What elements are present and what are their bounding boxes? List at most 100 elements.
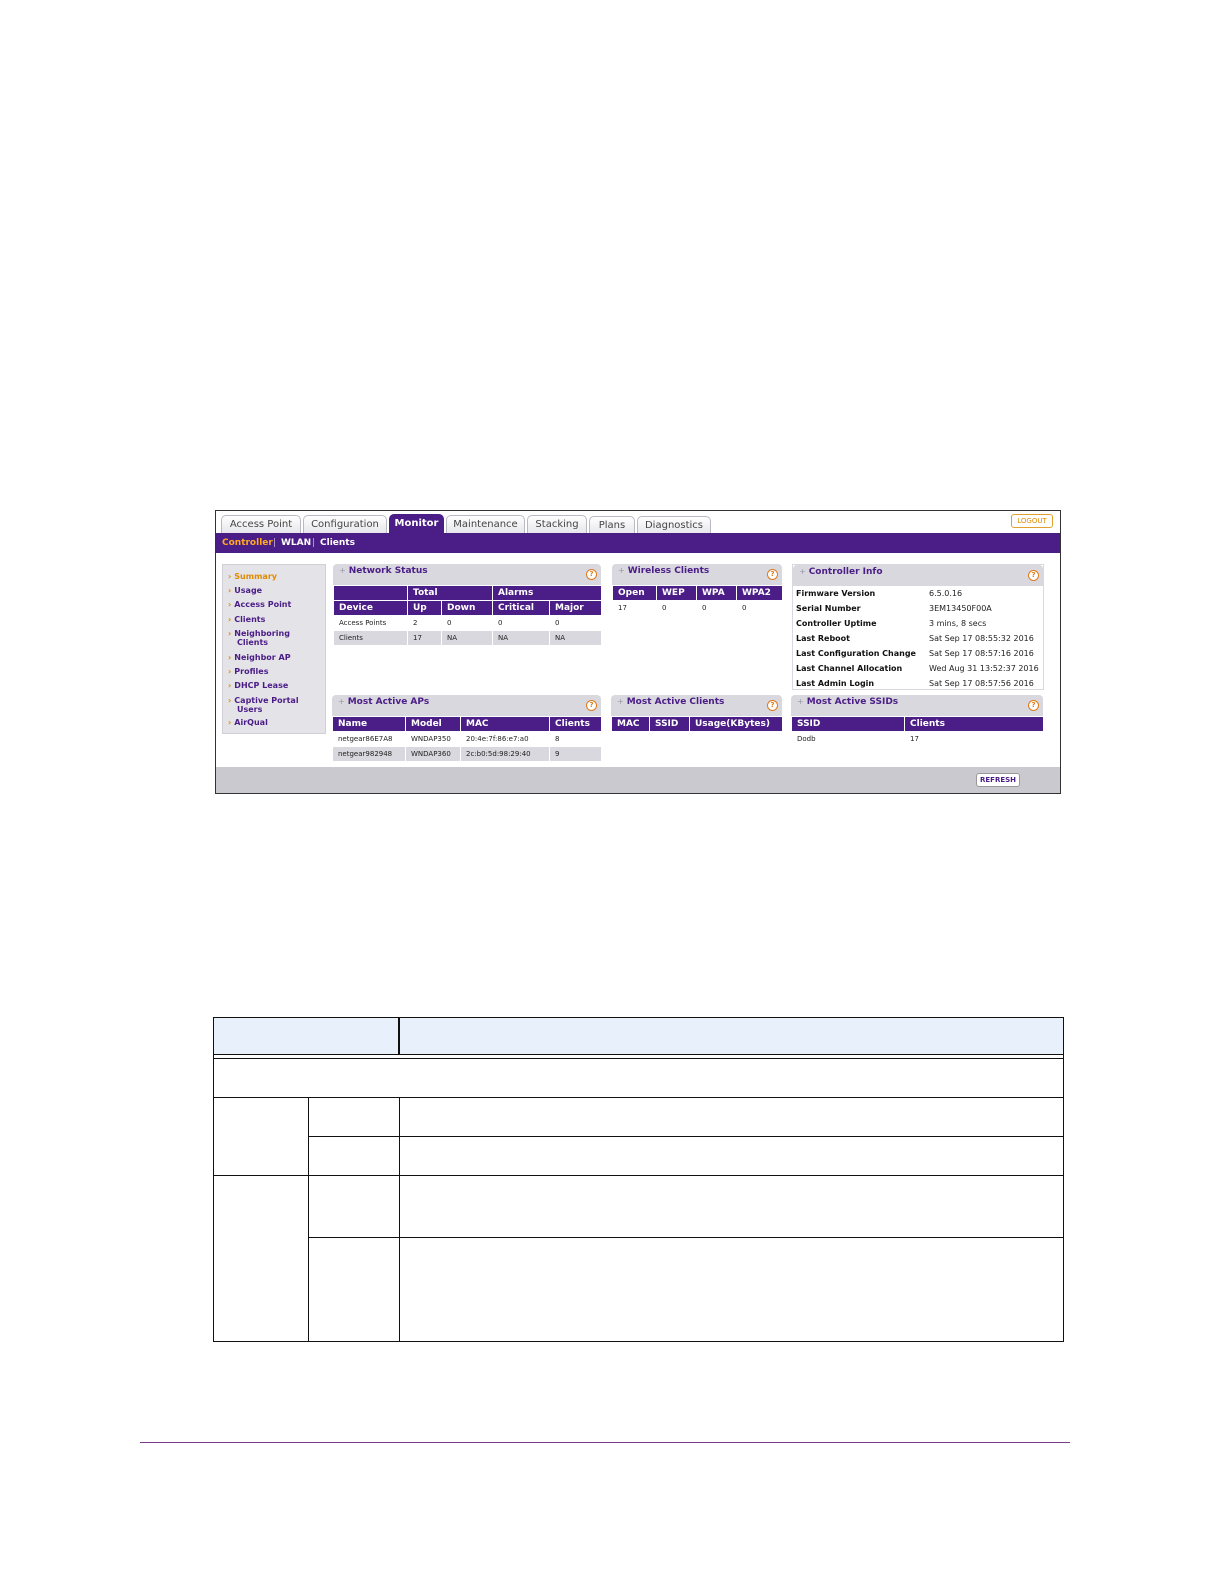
sidebar-item-clients[interactable]: › Clients bbox=[228, 615, 324, 624]
sidebar-item-dhcp-lease[interactable]: › DHCP Lease bbox=[228, 681, 324, 690]
subnav-controller[interactable]: Controller bbox=[222, 533, 273, 553]
expand-icon[interactable]: + bbox=[338, 697, 345, 706]
table-cell: 17 bbox=[407, 630, 442, 646]
logout-button[interactable]: LOGOUT bbox=[1011, 514, 1053, 528]
tab-stacking[interactable]: Stacking bbox=[527, 515, 587, 533]
expand-icon[interactable]: + bbox=[339, 566, 346, 575]
column-header: SSID bbox=[791, 716, 905, 732]
panel-title: Most Active Clients bbox=[626, 697, 725, 707]
sidebar-item-profiles[interactable]: › Profiles bbox=[228, 667, 324, 676]
chevron-right-icon: › bbox=[228, 615, 232, 624]
table-divider bbox=[214, 1054, 1063, 1055]
chevron-right-icon: › bbox=[228, 667, 232, 676]
expand-icon[interactable]: + bbox=[617, 697, 624, 706]
help-icon[interactable]: ? bbox=[1028, 570, 1039, 581]
expand-icon[interactable]: + bbox=[799, 567, 806, 576]
help-icon[interactable]: ? bbox=[767, 700, 778, 711]
sidebar-item-neighboring-clients[interactable]: › Neighboring Clients bbox=[228, 629, 305, 647]
table-cell: NA bbox=[548, 630, 603, 646]
info-row: Last Admin Login Sat Sep 17 08:57:56 2016 bbox=[796, 676, 1042, 691]
subnav-separator: | bbox=[312, 538, 316, 548]
panel-header: + Most Active APs? bbox=[332, 695, 601, 716]
info-label: Serial Number bbox=[796, 604, 861, 613]
column-header: Usage(KBytes) bbox=[689, 716, 783, 732]
sidebar-item-airqual[interactable]: › AirQual bbox=[228, 718, 324, 727]
table-row: netgear86E7A8 WNDAP350 20:4e:7f:86:e7:a0… bbox=[332, 731, 602, 747]
table-cell: netgear982948 bbox=[332, 746, 406, 762]
panel-title: Controller Info bbox=[808, 567, 883, 577]
controller-info-panel: + Controller Info? Firmware Version 6.5.0.… bbox=[792, 564, 1044, 690]
column-header: Critical bbox=[492, 600, 550, 616]
sidebar-item-usage[interactable]: › Usage bbox=[228, 586, 324, 595]
table-cell: NA bbox=[441, 630, 493, 646]
tab-diagnostics[interactable]: Diagnostics bbox=[637, 516, 711, 534]
subnav-wlan[interactable]: WLAN bbox=[281, 533, 311, 553]
table-group-header: Alarms bbox=[491, 585, 603, 601]
table-cell: Access Points bbox=[333, 615, 408, 631]
info-value: Sat Sep 17 08:57:56 2016 bbox=[929, 679, 1034, 688]
info-value: Sat Sep 17 08:55:32 2016 bbox=[929, 634, 1034, 643]
column-header: Open bbox=[612, 585, 657, 601]
column-header: Down bbox=[441, 600, 493, 616]
table-cell: 2 bbox=[407, 615, 442, 631]
column-header: Device bbox=[333, 600, 408, 616]
sidebar-item-neighbor-ap[interactable]: › Neighbor AP bbox=[228, 653, 324, 662]
table-cell: netgear86E7A8 bbox=[332, 731, 406, 747]
tab-plans[interactable]: Plans bbox=[589, 516, 635, 534]
table-group-header bbox=[333, 585, 408, 601]
column-header: Clients bbox=[549, 716, 602, 732]
column-header: MAC bbox=[460, 716, 550, 732]
info-label: Controller Uptime bbox=[796, 619, 877, 628]
expand-icon[interactable]: + bbox=[618, 566, 625, 575]
subnav-separator: | bbox=[273, 538, 277, 548]
help-icon[interactable]: ? bbox=[586, 700, 597, 711]
column-header: WPA bbox=[696, 585, 737, 601]
panel-title: Most Active SSIDs bbox=[806, 697, 899, 707]
help-icon[interactable]: ? bbox=[586, 569, 597, 580]
table-divider bbox=[308, 1237, 1064, 1238]
info-label: Last Channel Allocation bbox=[796, 664, 903, 673]
help-icon[interactable]: ? bbox=[1028, 700, 1039, 711]
sidebar-item-summary[interactable]: › Summary bbox=[228, 572, 324, 581]
column-header: Clients bbox=[904, 716, 1044, 732]
table-cell: Clients bbox=[333, 630, 408, 646]
description-table bbox=[213, 1017, 1064, 1342]
sidebar-item-access-point[interactable]: › Access Point bbox=[228, 600, 324, 609]
table-cell: WNDAP360 bbox=[405, 746, 461, 762]
table-cell: 0 bbox=[548, 615, 603, 631]
expand-icon[interactable]: + bbox=[797, 697, 804, 706]
chevron-right-icon: › bbox=[228, 696, 232, 705]
footer-rule bbox=[140, 1442, 1070, 1443]
column-header: MAC bbox=[611, 716, 650, 732]
table-row: Dodb 17 bbox=[791, 731, 1044, 747]
tab-monitor[interactable]: Monitor bbox=[389, 514, 444, 533]
table-cell: 8 bbox=[549, 731, 602, 747]
table-row: 17 0 0 0 bbox=[612, 600, 783, 616]
column-header: Up bbox=[407, 600, 442, 616]
panel-header: + Network Status? bbox=[333, 564, 601, 585]
refresh-button[interactable]: REFRESH bbox=[976, 773, 1020, 787]
table-cell: 0 bbox=[696, 600, 737, 616]
tab-maintenance[interactable]: Maintenance bbox=[446, 515, 525, 533]
table-header-row bbox=[214, 1018, 1063, 1054]
tab-access-point[interactable]: Access Point bbox=[221, 515, 301, 533]
table-divider bbox=[308, 1097, 309, 1342]
help-icon[interactable]: ? bbox=[767, 569, 778, 580]
info-label: Firmware Version bbox=[796, 589, 876, 598]
table-row: netgear982948 WNDAP360 2c:b0:5d:98:29:40… bbox=[332, 746, 602, 762]
column-header: Name bbox=[332, 716, 406, 732]
action-bar: REFRESH bbox=[216, 767, 1060, 793]
table-cell: 17 bbox=[612, 600, 657, 616]
info-label: Last Admin Login bbox=[796, 679, 875, 688]
panel-title: Most Active APs bbox=[347, 697, 430, 707]
info-label: Last Configuration Change bbox=[796, 649, 916, 658]
panel-header: + Wireless Clients? bbox=[612, 564, 782, 585]
table-cell: 17 bbox=[904, 731, 1044, 747]
table-cell: 20:4e:7f:86:e7:a0 bbox=[460, 731, 550, 747]
panel-header: + Most Active Clients? bbox=[611, 695, 782, 716]
network-status-panel: + Network Status? Total Alarms Device Up … bbox=[333, 564, 603, 650]
sidebar-item-captive-portal-users[interactable]: › Captive Portal Users bbox=[228, 696, 309, 714]
tab-configuration[interactable]: Configuration bbox=[303, 515, 387, 533]
subnav-clients[interactable]: Clients bbox=[320, 533, 355, 553]
table-cell: WNDAP350 bbox=[405, 731, 461, 747]
